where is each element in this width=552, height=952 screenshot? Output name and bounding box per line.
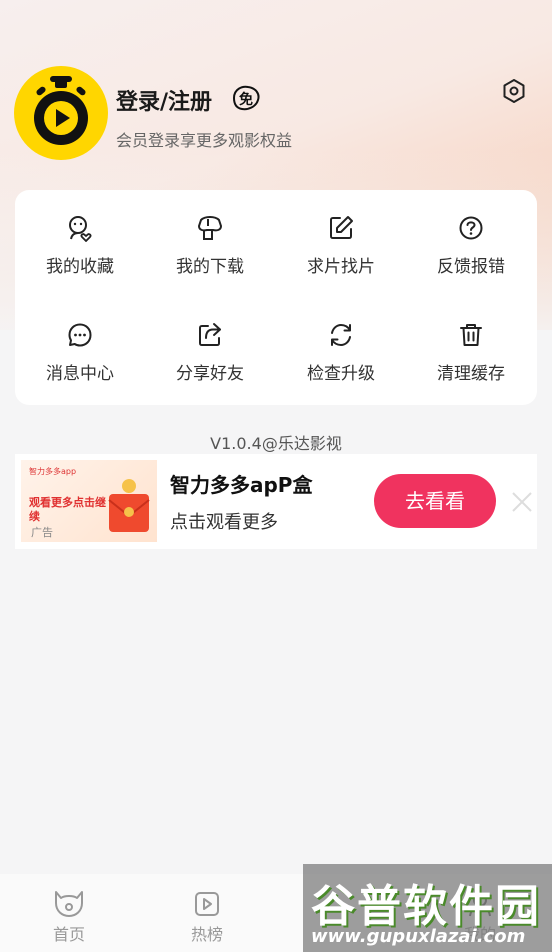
menu-label: 我的收藏 (46, 257, 114, 277)
menu-item-update[interactable]: 检查升级 (276, 321, 406, 384)
ad-banner[interactable]: 智力多多app 观看更多点击继续 广告 智力多多apP盒 点击观看更多 去看看 (15, 454, 537, 549)
menu-item-messages[interactable]: 消息中心 (15, 321, 145, 384)
menu-label: 分享好友 (176, 364, 244, 384)
home-icon (55, 891, 83, 917)
menu-label: 反馈报错 (437, 257, 505, 277)
menu-label: 我的下载 (176, 257, 244, 277)
menu-label: 清理缓存 (437, 364, 505, 384)
version-text: V1.0.4@乐达影视 (210, 434, 342, 453)
vip-free-icon: 免 (230, 83, 262, 117)
menu-item-downloads[interactable]: 我的下载 (145, 214, 275, 277)
login-subtitle: 会员登录享更多观影权益 (116, 131, 293, 150)
favorite-user-icon (69, 216, 92, 242)
ad-subtitle: 点击观看更多 (170, 512, 278, 533)
menu-panel: 我的收藏 我的下载 求片找片 反馈报错 消息中心 分享好友 检查升级 清理缓存 (15, 190, 537, 405)
ad-thumbnail[interactable]: 智力多多app 观看更多点击继续 广告 (21, 460, 157, 542)
ad-tag: 广告 (31, 526, 53, 539)
menu-label: 求片找片 (307, 257, 375, 277)
ad-thumb-title: 智力多多app (29, 467, 77, 476)
ad-thumb-text: 观看更多点击继续 (29, 496, 106, 523)
avatar[interactable] (14, 66, 108, 160)
watermark-url: www.gupuxlazai.com (311, 926, 526, 947)
red-envelope-icon (108, 479, 150, 532)
tab-hot-list[interactable]: 热榜 (167, 874, 247, 945)
svg-text:免: 免 (239, 91, 253, 108)
menu-item-favorites[interactable]: 我的收藏 (15, 214, 145, 277)
message-icon (68, 323, 92, 347)
share-icon (199, 323, 221, 346)
menu-item-share[interactable]: 分享好友 (145, 321, 275, 384)
menu-label: 消息中心 (46, 364, 114, 384)
refresh-icon (331, 323, 351, 347)
watermark: 谷普软件园 www.gupuxlazai.com (303, 864, 552, 952)
ad-title: 智力多多apP盒 (170, 473, 313, 497)
tab-home[interactable]: 首页 (29, 874, 109, 945)
settings-icon[interactable] (500, 77, 528, 109)
ad-go-button[interactable]: 去看看 (374, 474, 496, 528)
trash-icon (460, 324, 482, 346)
download-icon (197, 216, 223, 240)
hot-list-icon (195, 892, 219, 916)
stopwatch-logo-icon (34, 76, 88, 145)
menu-item-request[interactable]: 求片找片 (276, 214, 406, 277)
close-icon[interactable] (510, 490, 534, 514)
menu-label: 检查升级 (307, 364, 375, 384)
tab-label: 热榜 (190, 925, 223, 944)
tab-label: 首页 (52, 925, 85, 944)
menu-item-clear-cache[interactable]: 清理缓存 (406, 321, 536, 384)
help-icon (459, 216, 483, 240)
edit-icon (330, 216, 353, 239)
login-register-title[interactable]: 登录/注册 (116, 84, 212, 116)
menu-item-feedback[interactable]: 反馈报错 (406, 214, 536, 277)
watermark-text: 谷普软件园 (311, 881, 541, 932)
